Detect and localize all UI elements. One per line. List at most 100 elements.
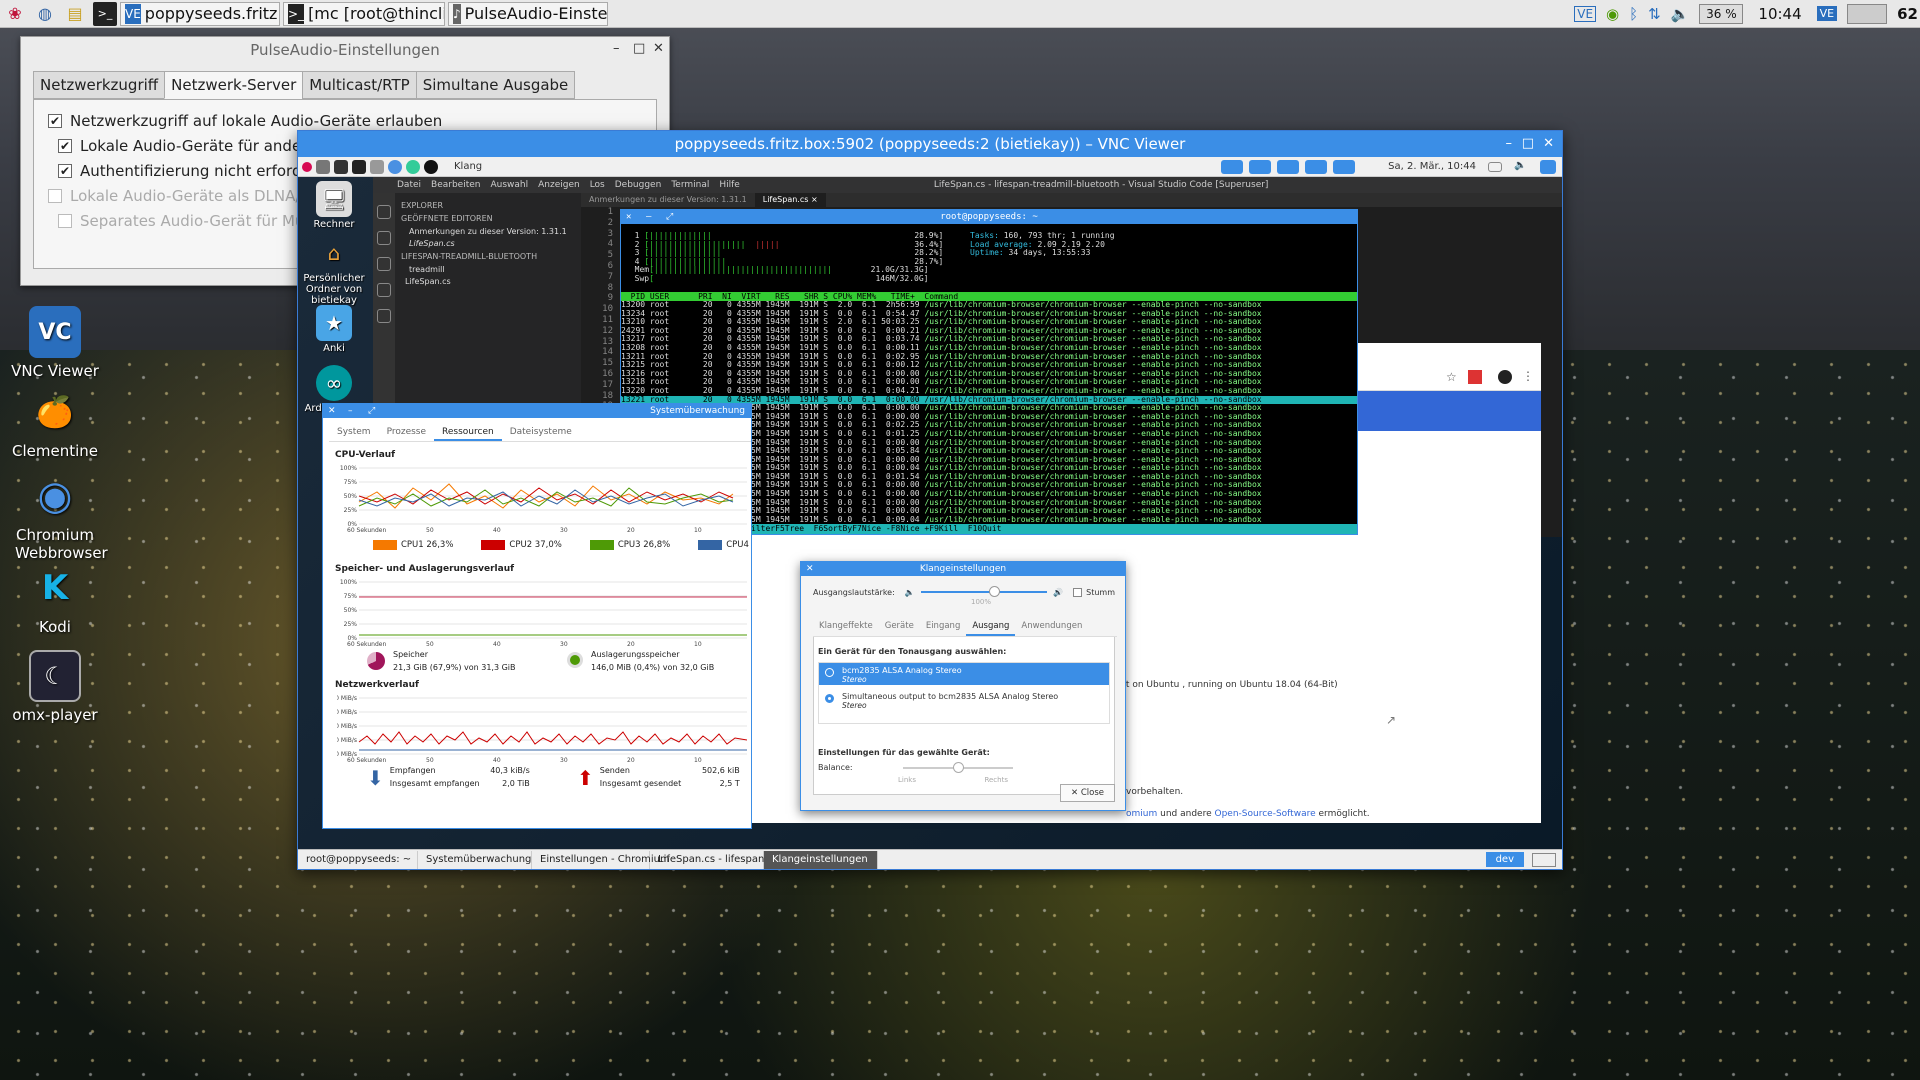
maximize-icon[interactable]: ⤢: [368, 404, 375, 418]
mail-icon[interactable]: [1488, 161, 1502, 172]
network-status-icon[interactable]: ◉: [1606, 5, 1619, 23]
tab-anwendungen[interactable]: Anwendungen: [1015, 618, 1088, 636]
tab-geraete[interactable]: Geräte: [879, 618, 920, 636]
home-icon[interactable]: [370, 159, 384, 174]
source-control-icon[interactable]: [377, 257, 391, 271]
vnc-server-icon[interactable]: VE: [1816, 6, 1838, 21]
close-icon[interactable]: ✕: [328, 404, 336, 418]
checkbox[interactable]: ✔: [58, 163, 72, 178]
menu-bearbeiten[interactable]: Bearbeiten: [431, 180, 480, 190]
open-file[interactable]: Anmerkungen zu dieser Version: 1.31.1: [409, 227, 575, 236]
tab-ausgang[interactable]: Ausgang: [966, 618, 1016, 636]
desktop-icon-vnc-viewer[interactable]: VC VNC Viewer: [0, 306, 110, 380]
workspace-label[interactable]: dev: [1485, 852, 1524, 867]
close-button[interactable]: ✕: [653, 41, 664, 56]
menu-auswahl[interactable]: Auswahl: [490, 180, 528, 190]
device-item-analog-stereo[interactable]: bcm2835 ALSA Analog Stereo Stereo: [819, 663, 1109, 685]
tab-klangeffekte[interactable]: Klangeffekte: [813, 618, 879, 636]
checkbox[interactable]: [48, 188, 62, 203]
menu-terminal[interactable]: Terminal: [671, 180, 709, 190]
radio-button[interactable]: [825, 694, 834, 703]
browser-icon[interactable]: ◍: [33, 2, 57, 26]
volume-slider[interactable]: [920, 586, 1048, 597]
explorer-icon[interactable]: [377, 205, 391, 219]
workspace-icon[interactable]: [1249, 159, 1272, 174]
remote-task-sysmon[interactable]: Systemüberwachung: [418, 850, 532, 869]
tree-file[interactable]: LifeSpan.cs: [405, 277, 575, 286]
legend-swatch[interactable]: [481, 540, 506, 550]
desktop-icon-omx-player[interactable]: ☾ omx-player: [0, 650, 110, 724]
maximize-button[interactable]: □: [633, 41, 645, 56]
close-icon[interactable]: ✕: [626, 210, 631, 224]
menu-debuggen[interactable]: Debuggen: [615, 180, 662, 190]
tab-prozesse[interactable]: Prozesse: [379, 424, 434, 441]
volume-slider-knob[interactable]: [988, 586, 1000, 597]
task-pulseaudio[interactable]: ♪ PulseAudio-Einstellun...: [448, 1, 608, 26]
vnc-tray-icon[interactable]: VE: [1574, 5, 1597, 22]
tray-icon[interactable]: [1532, 852, 1556, 867]
remote-icon-home[interactable]: ⌂ Persönlicher Ordner von bietiekay: [298, 235, 370, 306]
workspace-icon[interactable]: [1305, 159, 1328, 174]
balance-slider[interactable]: [902, 761, 1013, 773]
legend-swatch[interactable]: [373, 540, 397, 550]
clock[interactable]: 10:44: [1758, 5, 1801, 23]
project-heading[interactable]: LIFESPAN-TREADMILL-BLUETOOTH: [401, 252, 575, 261]
file-manager-icon[interactable]: ▤: [63, 2, 87, 26]
menu-los[interactable]: Los: [590, 180, 605, 190]
checkbox[interactable]: ✔: [58, 138, 72, 153]
remote-icon-rechner[interactable]: 🖥 Rechner: [298, 181, 370, 230]
credits-link-chromium[interactable]: omium: [1126, 809, 1157, 819]
menu-datei[interactable]: Datei: [397, 180, 421, 190]
network-transfer-icon[interactable]: ⇅: [1648, 5, 1661, 23]
remote-task-chromium[interactable]: Einstellungen - Chromium: [532, 850, 670, 869]
terminal-icon[interactable]: [334, 159, 348, 174]
close-icon[interactable]: ✕: [806, 562, 814, 576]
volume-icon[interactable]: 🔈: [1671, 5, 1690, 23]
debian-icon[interactable]: [302, 161, 312, 172]
volume-icon[interactable]: 🔈: [1514, 160, 1528, 174]
screen-icon[interactable]: [1540, 159, 1556, 174]
radio-button[interactable]: [825, 668, 834, 677]
minimize-icon[interactable]: –: [646, 210, 651, 224]
remote-clock[interactable]: Sa, 2. Mär., 10:44: [1388, 161, 1476, 172]
desktop-icon-kodi[interactable]: K Kodi: [0, 562, 110, 636]
legend-swatch[interactable]: [589, 540, 614, 550]
minimize-icon[interactable]: –: [348, 404, 353, 418]
tab-system[interactable]: System: [329, 424, 379, 441]
checkbox[interactable]: [58, 213, 72, 228]
workspace-icon[interactable]: [1221, 159, 1244, 174]
tab-dateisysteme[interactable]: Dateisysteme: [502, 424, 580, 441]
tab-netzwerk-server[interactable]: Netzwerk-Server: [164, 71, 304, 99]
menu-anzeigen[interactable]: Anzeigen: [538, 180, 580, 190]
task-terminal[interactable]: >_ [mc [root@thinclient]:/...: [283, 1, 445, 26]
legend-swatch[interactable]: [698, 540, 723, 550]
remote-icon-anki[interactable]: ★ Anki: [298, 305, 370, 354]
open-file[interactable]: LifeSpan.cs: [409, 239, 575, 248]
app-icon[interactable]: [406, 159, 420, 174]
workspace-icon[interactable]: [1277, 159, 1300, 174]
tab-eingang[interactable]: Eingang: [920, 618, 967, 636]
credits-link-oss[interactable]: Open-Source-Software: [1215, 809, 1316, 819]
menu-hilfe[interactable]: Hilfe: [719, 180, 739, 190]
task-vnc[interactable]: VE poppyseeds.fritz.box:5...: [120, 1, 280, 26]
search-icon[interactable]: [377, 231, 391, 245]
tree-folder[interactable]: treadmill: [409, 265, 575, 274]
chromium-icon[interactable]: [388, 159, 402, 174]
mute-checkbox[interactable]: [1073, 587, 1083, 597]
search-icon[interactable]: [424, 159, 438, 174]
editor-tab[interactable]: Anmerkungen zu dieser Version: 1.31.1: [581, 193, 755, 207]
remote-task-terminal[interactable]: root@poppyseeds: ~: [298, 850, 418, 869]
open-editors-heading[interactable]: GEÖFFNETE EDITOREN: [401, 214, 575, 223]
raspberry-menu-icon[interactable]: ❀: [3, 2, 27, 26]
remote-task-vscode[interactable]: LifeSpan.cs - lifespan-tr...: [650, 850, 785, 869]
terminal-icon[interactable]: >_: [93, 1, 117, 26]
tab-ressourcen[interactable]: Ressourcen: [434, 424, 502, 441]
checkbox[interactable]: ✔: [48, 113, 62, 128]
display-icon[interactable]: [1333, 159, 1356, 174]
editor-tab-active[interactable]: LifeSpan.cs ×: [754, 193, 826, 207]
minimize-button[interactable]: –: [613, 41, 620, 56]
desktop-icon-chromium[interactable]: ◉ Chromium Webbrowser: [0, 470, 110, 562]
debug-icon[interactable]: [377, 283, 391, 297]
device-item-simultaneous[interactable]: Simultaneous output to bcm2835 ALSA Anal…: [819, 689, 1109, 711]
extensions-icon[interactable]: [377, 309, 391, 323]
